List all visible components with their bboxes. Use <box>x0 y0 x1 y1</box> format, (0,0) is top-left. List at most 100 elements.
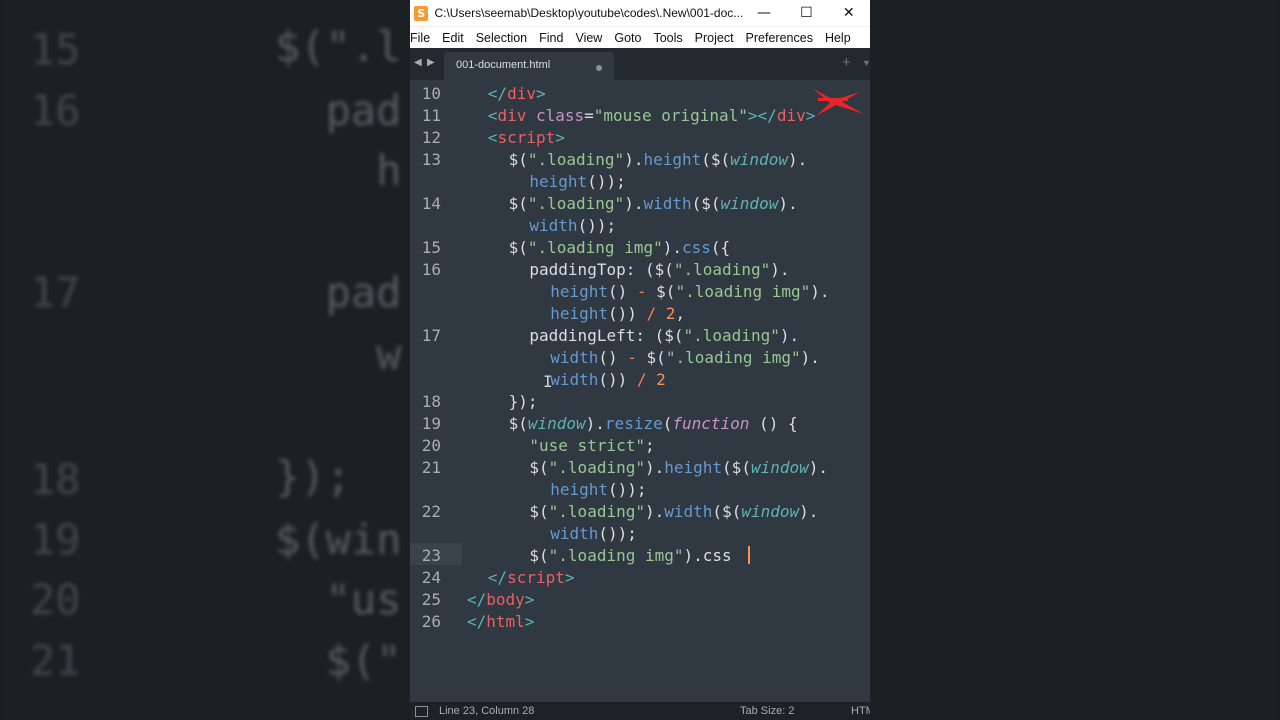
line-number: 16 <box>421 260 441 279</box>
code-token: < <box>487 128 498 147</box>
code-line: 20 "use strict"; <box>410 435 870 457</box>
menu-view[interactable]: View <box>563 31 602 45</box>
code-line: 23 $(".loading img").css <box>410 545 870 567</box>
code-token: ( <box>662 414 673 433</box>
code-text: }); <box>509 391 538 413</box>
code-line: 25 </body> <box>410 589 870 611</box>
code-token: </ <box>467 590 487 609</box>
panel-toggle-icon[interactable] <box>415 706 428 717</box>
code-token: ). <box>770 260 790 279</box>
code-token: , <box>675 304 686 323</box>
maximize-button[interactable]: ☐ <box>785 0 827 26</box>
code-token: width <box>643 194 692 213</box>
tab-bar: ◀ ▶ 001-document.html + ▼ <box>410 48 870 80</box>
menu-tools[interactable]: Tools <box>641 31 682 45</box>
code-token: ".loading img" <box>548 546 684 565</box>
code-text: $(".loading img").css <box>529 545 731 567</box>
code-token: class <box>535 106 585 125</box>
code-token: }); <box>508 392 538 411</box>
code-token: width <box>529 216 578 235</box>
cursor-position[interactable]: Line 23, Column 28 <box>439 705 534 717</box>
code-text: $(".loading").height($(window). <box>509 149 808 171</box>
code-text: height()) / 2, <box>550 303 685 325</box>
code-token: width <box>664 502 713 521</box>
code-text: width()) / 2 <box>550 369 666 391</box>
code-token: ></ <box>747 106 777 125</box>
line-number: 26 <box>421 612 441 631</box>
code-token: ".loading" <box>527 194 625 213</box>
menu-selection[interactable]: Selection <box>464 31 527 45</box>
line-number: 12 <box>421 128 441 147</box>
unsaved-dot-icon[interactable] <box>596 65 602 71</box>
code-text: $(".loading").width($(window). <box>529 501 818 523</box>
close-button[interactable]: ✕ <box>828 0 870 26</box>
menu-find[interactable]: Find <box>527 31 563 45</box>
code-text: height()); <box>529 171 625 193</box>
code-line: 16 paddingTop: ($(".loading"). <box>410 259 870 281</box>
minimize-button[interactable]: — <box>743 0 785 26</box>
status-bar: Line 23, Column 28 Tab Size: 2 HTML <box>410 702 870 720</box>
code-line: width()) / 2 <box>410 369 870 391</box>
menu-help[interactable]: Help <box>813 31 851 45</box>
code-text: </script> <box>488 567 575 589</box>
code-text: <script> <box>488 127 565 149</box>
code-token: ($( <box>722 458 751 477</box>
code-token: script <box>497 128 556 147</box>
menu-project[interactable]: Project <box>683 31 734 45</box>
code-token: ()); <box>577 216 617 235</box>
code-token: paddingTop: ($( <box>529 260 674 279</box>
new-tab-icon[interactable]: + <box>842 54 851 71</box>
sublime-text-window: S C:\Users\seemab\Desktop\youtube\codes\… <box>410 0 870 720</box>
code-token: ".loading img" <box>665 348 801 367</box>
tab-001-document[interactable]: 001-document.html <box>444 52 614 80</box>
code-token: css <box>702 546 732 565</box>
code-text: </div> <box>488 83 546 105</box>
code-token: ). <box>624 150 644 169</box>
tab-list-icon[interactable]: ▼ <box>862 58 870 68</box>
tab-next-icon[interactable]: ▶ <box>427 57 435 68</box>
tab-size[interactable]: Tab Size: 2 <box>740 705 794 717</box>
code-token: ".loading img" <box>675 282 811 301</box>
code-text: width()); <box>529 215 616 237</box>
code-token: ()); <box>607 480 647 499</box>
line-number: 21 <box>421 458 441 477</box>
code-token: = <box>584 106 594 125</box>
menu-goto[interactable]: Goto <box>602 31 641 45</box>
code-line: 22 $(".loading").width($(window). <box>410 501 870 523</box>
code-text: $(window).resize(function () { <box>509 413 798 435</box>
code-token: </ <box>487 84 508 103</box>
code-text: height() - $(".loading img"). <box>550 281 829 303</box>
code-token: ). <box>624 194 644 213</box>
menu-edit[interactable]: Edit <box>430 31 464 45</box>
code-token: ). <box>683 546 703 565</box>
code-token: ; <box>644 436 655 455</box>
code-token: </ <box>467 612 487 631</box>
code-text: "use strict"; <box>529 435 654 457</box>
line-number: 24 <box>421 568 441 587</box>
code-token: ($( <box>712 502 742 521</box>
code-editor[interactable]: I 10 </div> 11 <div class="mouse original">… <box>410 80 870 702</box>
menu-preferences[interactable]: Preferences <box>734 31 813 45</box>
code-token: height <box>550 304 608 323</box>
code-token: ($( <box>691 194 721 213</box>
code-token: ".loading img" <box>527 238 663 257</box>
code-token: 2 <box>665 304 676 323</box>
code-token: div <box>507 84 536 103</box>
code-token: window <box>720 194 779 213</box>
code-token: css <box>681 238 711 257</box>
code-token: ). <box>644 458 665 477</box>
code-line: 11 <div class="mouse original"></div> <box>410 105 870 127</box>
syntax-mode[interactable]: HTML <box>851 705 870 717</box>
code-text: width() - $(".loading img"). <box>550 347 820 369</box>
code-token: ".loading" <box>683 326 780 345</box>
code-token: ()); <box>598 524 637 543</box>
code-text: $(".loading").height($(window). <box>529 457 828 479</box>
code-token: height <box>550 282 608 301</box>
code-token: $( <box>529 502 549 521</box>
menu-file[interactable]: File <box>410 31 430 45</box>
tab-prev-icon[interactable]: ◀ <box>414 57 422 68</box>
code-token: div <box>497 106 536 125</box>
code-token: "use strict" <box>529 436 645 455</box>
